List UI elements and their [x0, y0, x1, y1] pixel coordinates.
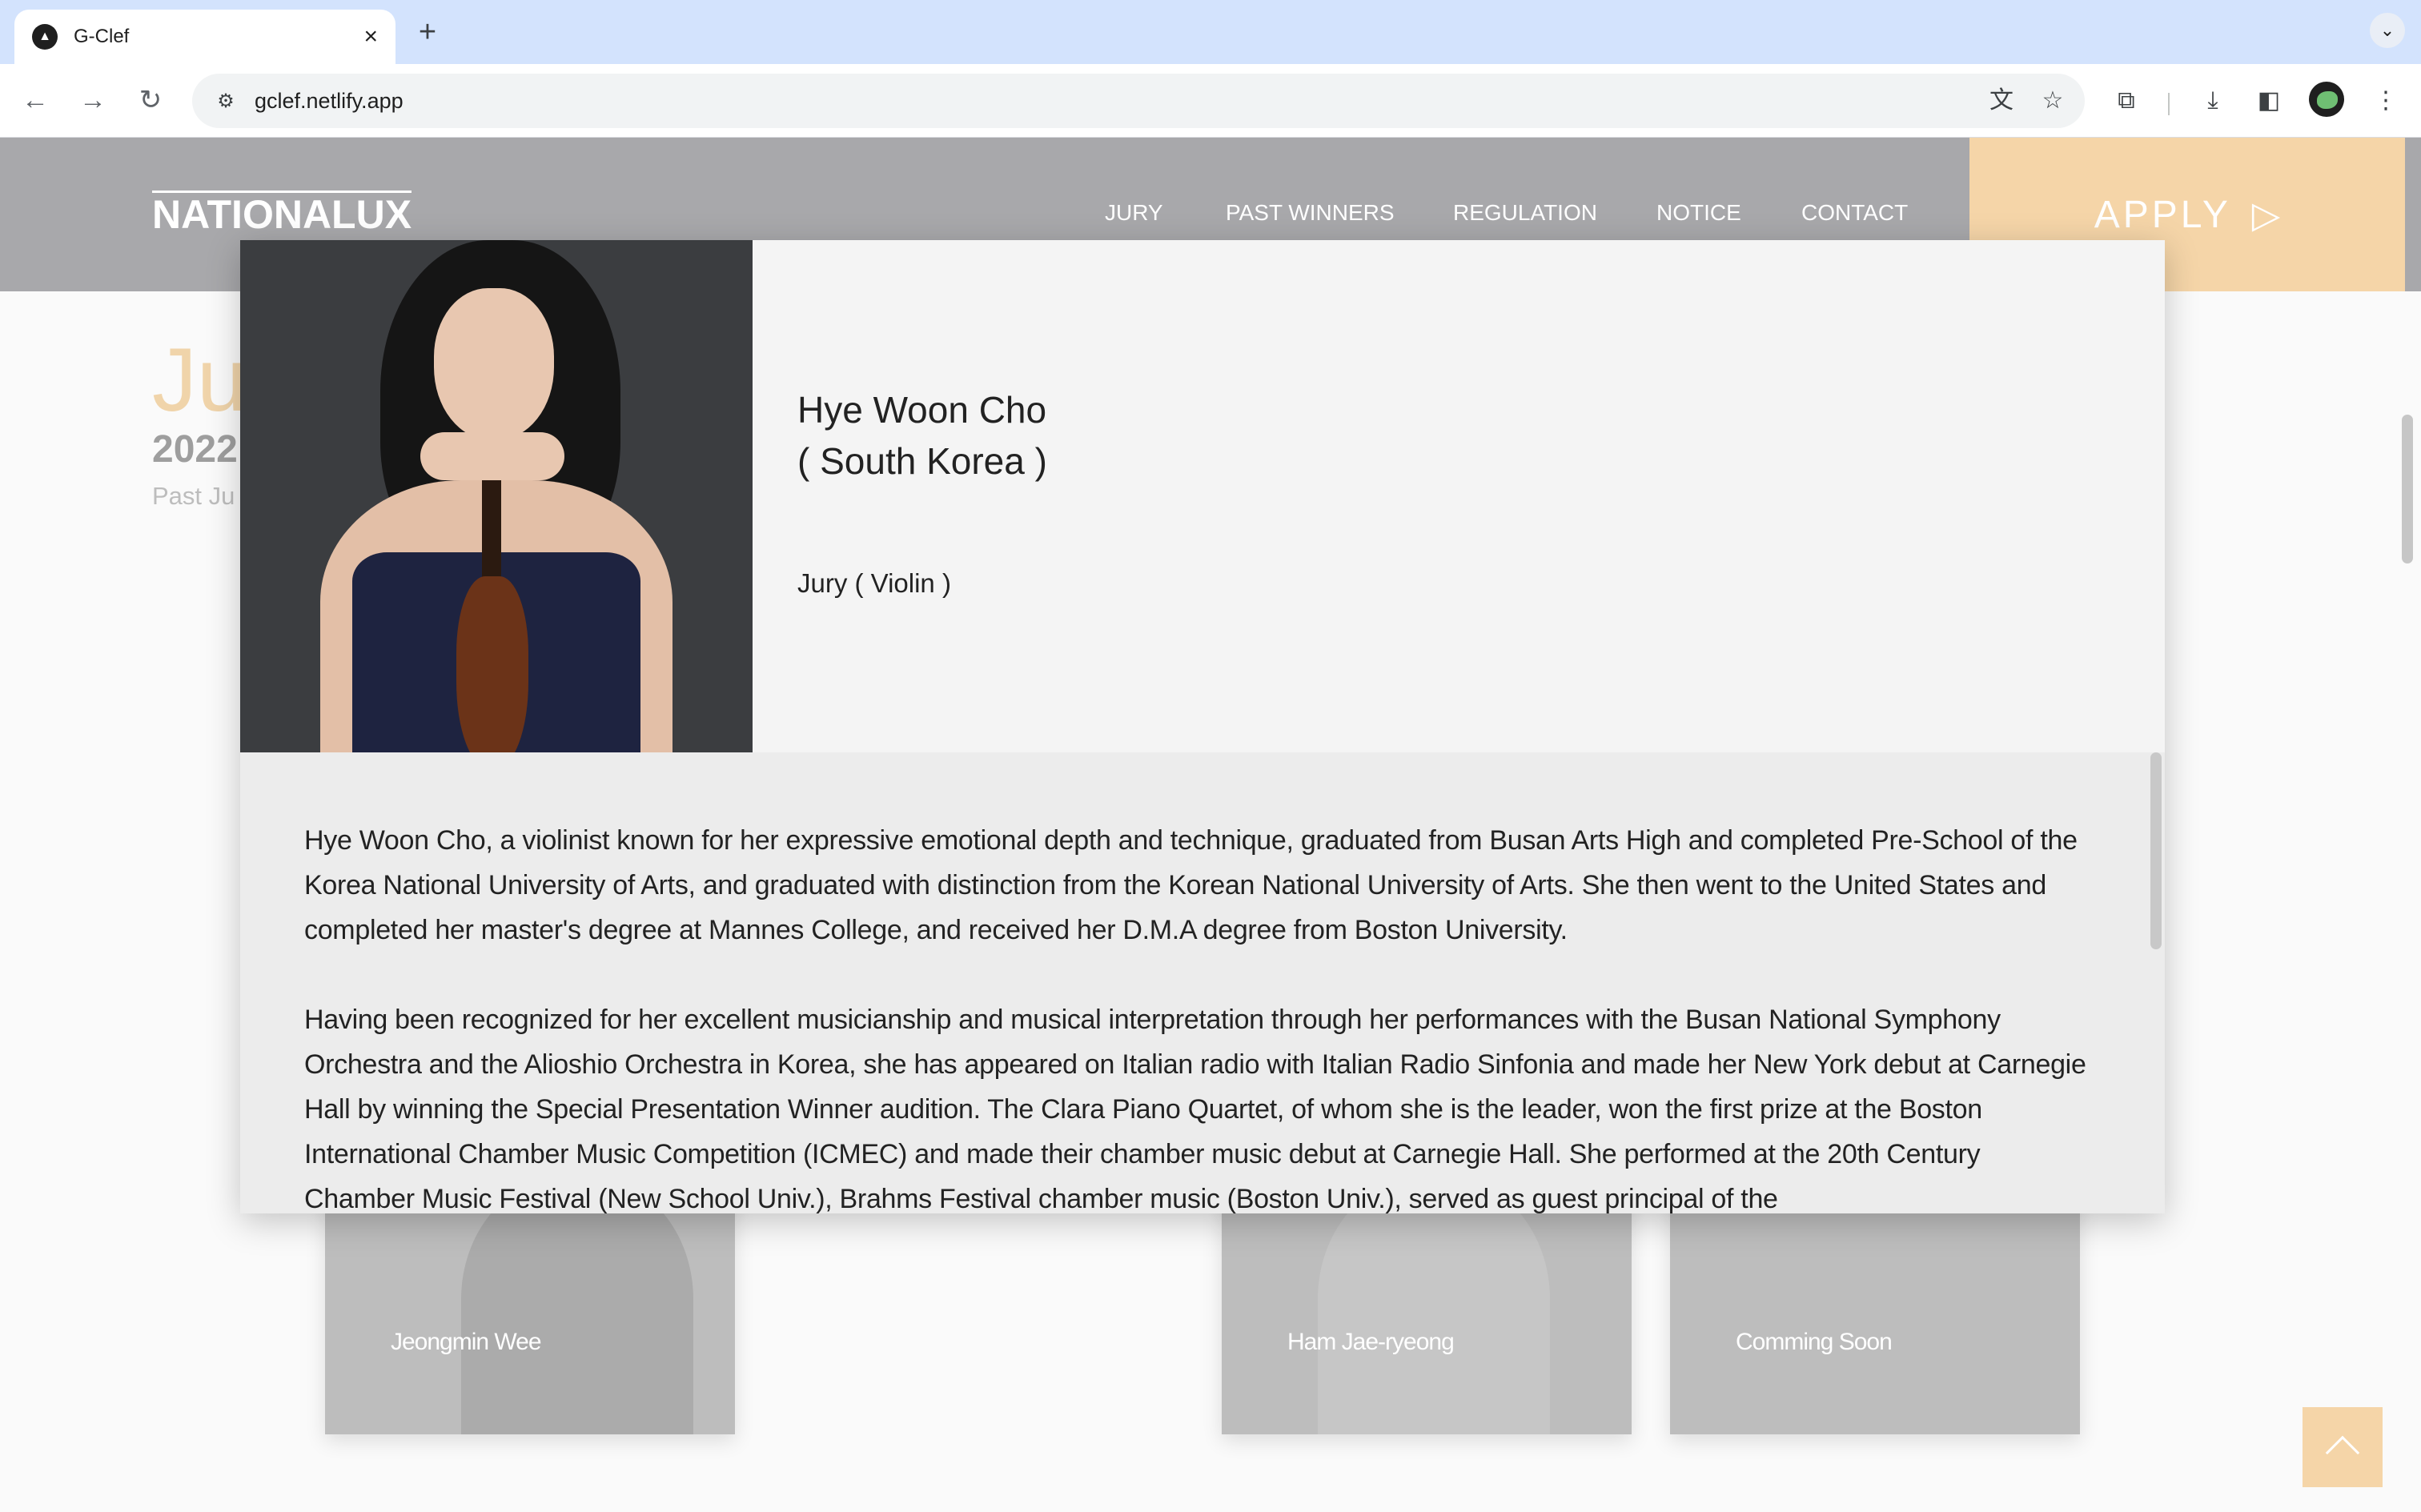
nav-past-winners[interactable]: PAST WINNERS [1226, 200, 1395, 226]
jury-bio: Hye Woon Cho, a violinist known for her … [240, 752, 2165, 1213]
translate-icon[interactable]: 文 [1982, 82, 2021, 120]
jury-name: Hye Woon Cho [797, 389, 1047, 431]
jury-photo [1318, 1177, 1550, 1434]
browser-toolbar: ← → ↻ ⚙ gclef.netlify.app 文 ☆ ⧉ ⤓ ◧ ⋮ [0, 64, 2421, 138]
jury-detail-modal: Hye Woon Cho ( South Korea ) Jury ( Viol… [240, 240, 2165, 1213]
bio-scrollbar[interactable] [2150, 752, 2162, 949]
tab-title: G-Clef [74, 26, 130, 47]
portrait-hands [420, 432, 564, 480]
menu-icon[interactable]: ⋮ [2367, 82, 2405, 120]
chevron-up-icon [2325, 1435, 2360, 1470]
paper-plane-icon: ▷ [2251, 194, 2281, 235]
tab-strip: ▲ G-Clef × + ⌄ [0, 0, 2421, 64]
browser-tab[interactable]: ▲ G-Clef × [14, 10, 395, 64]
portrait-face [434, 288, 554, 440]
jury-country: ( South Korea ) [797, 440, 1047, 482]
star-icon[interactable]: ☆ [2034, 82, 2072, 120]
forward-icon[interactable]: → [74, 82, 112, 120]
puzzle-icon[interactable]: ⧉ [2107, 82, 2146, 120]
past-jury-subtitle: Past Ju [152, 482, 235, 510]
toolbar-divider [2168, 93, 2170, 115]
jury-card-name: Jeongmin Wee [391, 1329, 542, 1355]
modal-header: Hye Woon Cho ( South Korea ) Jury ( Viol… [240, 240, 2165, 752]
bio-paragraph: Having been recognized for her excellent… [304, 1005, 2086, 1213]
bio-paragraph: Hye Woon Cho, a violinist known for her … [304, 825, 2078, 945]
close-tab-icon[interactable]: × [363, 23, 378, 50]
profile-avatar[interactable] [2309, 82, 2344, 117]
tab-search-button[interactable]: ⌄ [2370, 13, 2405, 48]
jury-portrait [240, 240, 753, 752]
new-tab-button[interactable]: + [408, 14, 447, 53]
nav-contact[interactable]: CONTACT [1801, 200, 1908, 226]
jury-card-name: Comming Soon [1736, 1329, 1893, 1355]
nav-notice[interactable]: NOTICE [1656, 200, 1741, 226]
apply-label: APPLY [2094, 193, 2231, 236]
jury-photo [461, 1177, 693, 1434]
nav-regulation[interactable]: REGULATION [1453, 200, 1597, 226]
side-panel-icon[interactable]: ◧ [2250, 82, 2288, 120]
scroll-to-top-button[interactable] [2303, 1407, 2383, 1487]
page-scrollbar[interactable] [2402, 415, 2413, 563]
reload-icon[interactable]: ↻ [131, 82, 170, 120]
jury-role: Jury ( Violin ) [797, 568, 951, 598]
favicon-icon: ▲ [32, 24, 58, 50]
site-info-icon[interactable]: ⚙ [210, 85, 242, 117]
jury-card-name: Ham Jae-ryeong [1287, 1329, 1455, 1355]
back-icon[interactable]: ← [16, 82, 54, 120]
address-bar[interactable]: ⚙ gclef.netlify.app 文 ☆ [192, 74, 2085, 128]
nav-jury[interactable]: JURY [1105, 200, 1163, 226]
violin-body [456, 576, 528, 752]
year-heading: 2022 [152, 428, 238, 471]
main-nav: JURY PAST WINNERS REGULATION NOTICE CONT… [0, 200, 1921, 232]
url-text[interactable]: gclef.netlify.app [255, 89, 1982, 114]
page-heading: Ju [152, 330, 247, 430]
download-icon[interactable]: ⤓ [2194, 82, 2232, 120]
